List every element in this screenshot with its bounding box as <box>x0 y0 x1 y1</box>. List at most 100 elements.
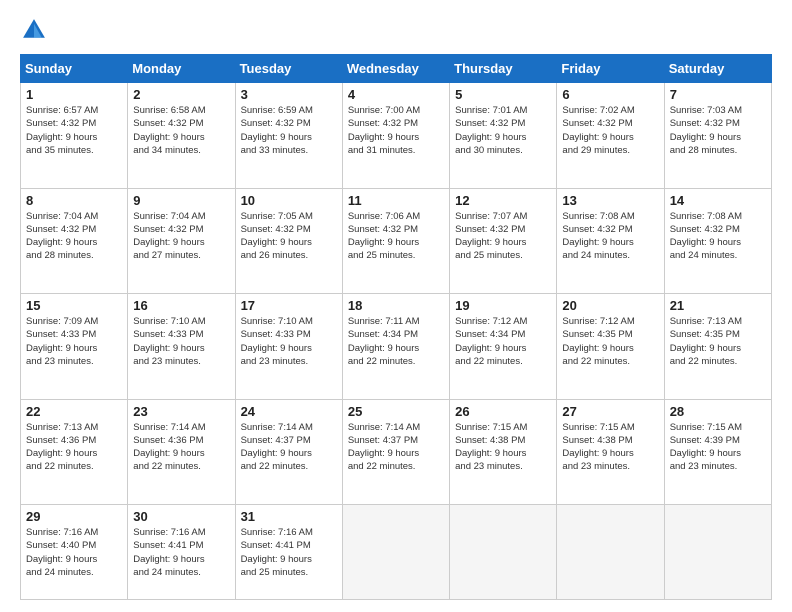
day-number: 19 <box>455 298 551 313</box>
calendar-day-cell: 15 Sunrise: 7:09 AM Sunset: 4:33 PM Dayli… <box>21 294 128 400</box>
day-number: 16 <box>133 298 229 313</box>
day-info: Sunrise: 7:13 AM Sunset: 4:36 PM Dayligh… <box>26 421 122 474</box>
calendar-day-cell: 27 Sunrise: 7:15 AM Sunset: 4:38 PM Dayli… <box>557 399 664 505</box>
day-info: Sunrise: 7:09 AM Sunset: 4:33 PM Dayligh… <box>26 315 122 368</box>
day-info: Sunrise: 7:12 AM Sunset: 4:35 PM Dayligh… <box>562 315 658 368</box>
calendar-day-cell: 19 Sunrise: 7:12 AM Sunset: 4:34 PM Dayli… <box>450 294 557 400</box>
calendar-day-cell: 14Sunrise: 7:08 AM Sunset: 4:32 PM Dayli… <box>664 188 771 294</box>
calendar-table: SundayMondayTuesdayWednesdayThursdayFrid… <box>20 54 772 600</box>
day-info: Sunrise: 7:14 AM Sunset: 4:36 PM Dayligh… <box>133 421 229 474</box>
day-info: Sunrise: 7:16 AM Sunset: 4:41 PM Dayligh… <box>241 526 337 579</box>
calendar-day-cell: 11 Sunrise: 7:06 AM Sunset: 4:32 PM Dayli… <box>342 188 449 294</box>
calendar-day-cell <box>342 505 449 600</box>
calendar-day-cell: 28 Sunrise: 7:15 AM Sunset: 4:39 PM Dayli… <box>664 399 771 505</box>
day-number: 6 <box>562 87 658 102</box>
day-number: 29 <box>26 509 122 524</box>
day-number: 3 <box>241 87 337 102</box>
logo-icon <box>20 16 48 44</box>
day-info: Sunrise: 7:05 AM Sunset: 4:32 PM Dayligh… <box>241 210 337 263</box>
day-number: 10 <box>241 193 337 208</box>
day-info: Sunrise: 7:11 AM Sunset: 4:34 PM Dayligh… <box>348 315 444 368</box>
day-number: 7 <box>670 87 766 102</box>
calendar-week-row: 22Sunrise: 7:13 AM Sunset: 4:36 PM Dayli… <box>21 399 772 505</box>
calendar-day-cell: 8 Sunrise: 7:04 AM Sunset: 4:32 PM Daylig… <box>21 188 128 294</box>
day-info: Sunrise: 7:16 AM Sunset: 4:41 PM Dayligh… <box>133 526 229 579</box>
day-info: Sunrise: 6:58 AM Sunset: 4:32 PM Dayligh… <box>133 104 229 157</box>
header <box>20 16 772 44</box>
day-info: Sunrise: 7:15 AM Sunset: 4:38 PM Dayligh… <box>562 421 658 474</box>
day-info: Sunrise: 7:14 AM Sunset: 4:37 PM Dayligh… <box>241 421 337 474</box>
day-number: 31 <box>241 509 337 524</box>
calendar-week-row: 29 Sunrise: 7:16 AM Sunset: 4:40 PM Dayli… <box>21 505 772 600</box>
day-number: 28 <box>670 404 766 419</box>
day-info: Sunrise: 7:04 AM Sunset: 4:32 PM Dayligh… <box>26 210 122 263</box>
day-number: 13 <box>562 193 658 208</box>
day-info: Sunrise: 7:10 AM Sunset: 4:33 PM Dayligh… <box>241 315 337 368</box>
calendar-day-cell: 12Sunrise: 7:07 AM Sunset: 4:32 PM Dayli… <box>450 188 557 294</box>
day-number: 8 <box>26 193 122 208</box>
day-number: 20 <box>562 298 658 313</box>
calendar-day-cell: 3 Sunrise: 6:59 AM Sunset: 4:32 PM Daylig… <box>235 83 342 189</box>
calendar-day-cell <box>450 505 557 600</box>
day-info: Sunrise: 7:04 AM Sunset: 4:32 PM Dayligh… <box>133 210 229 263</box>
calendar-day-cell: 16 Sunrise: 7:10 AM Sunset: 4:33 PM Dayli… <box>128 294 235 400</box>
logo <box>20 16 52 44</box>
calendar-day-cell: 7 Sunrise: 7:03 AM Sunset: 4:32 PM Daylig… <box>664 83 771 189</box>
day-info: Sunrise: 7:13 AM Sunset: 4:35 PM Dayligh… <box>670 315 766 368</box>
day-info: Sunrise: 7:14 AM Sunset: 4:37 PM Dayligh… <box>348 421 444 474</box>
calendar-header-friday: Friday <box>557 55 664 83</box>
calendar-day-cell: 17 Sunrise: 7:10 AM Sunset: 4:33 PM Dayli… <box>235 294 342 400</box>
calendar-day-cell: 20 Sunrise: 7:12 AM Sunset: 4:35 PM Dayli… <box>557 294 664 400</box>
calendar-day-cell: 31 Sunrise: 7:16 AM Sunset: 4:41 PM Dayli… <box>235 505 342 600</box>
day-info: Sunrise: 7:06 AM Sunset: 4:32 PM Dayligh… <box>348 210 444 263</box>
calendar-week-row: 15 Sunrise: 7:09 AM Sunset: 4:33 PM Dayli… <box>21 294 772 400</box>
calendar-header-row: SundayMondayTuesdayWednesdayThursdayFrid… <box>21 55 772 83</box>
calendar-day-cell <box>557 505 664 600</box>
day-info: Sunrise: 7:12 AM Sunset: 4:34 PM Dayligh… <box>455 315 551 368</box>
day-number: 4 <box>348 87 444 102</box>
day-number: 17 <box>241 298 337 313</box>
day-number: 2 <box>133 87 229 102</box>
calendar-day-cell: 22Sunrise: 7:13 AM Sunset: 4:36 PM Dayli… <box>21 399 128 505</box>
calendar-day-cell <box>664 505 771 600</box>
calendar-day-cell: 24 Sunrise: 7:14 AM Sunset: 4:37 PM Dayli… <box>235 399 342 505</box>
calendar-header-tuesday: Tuesday <box>235 55 342 83</box>
day-number: 11 <box>348 193 444 208</box>
day-number: 23 <box>133 404 229 419</box>
day-info: Sunrise: 7:10 AM Sunset: 4:33 PM Dayligh… <box>133 315 229 368</box>
page: SundayMondayTuesdayWednesdayThursdayFrid… <box>0 0 792 612</box>
calendar-day-cell: 13 Sunrise: 7:08 AM Sunset: 4:32 PM Dayli… <box>557 188 664 294</box>
day-number: 5 <box>455 87 551 102</box>
calendar-header-thursday: Thursday <box>450 55 557 83</box>
calendar-header-wednesday: Wednesday <box>342 55 449 83</box>
day-info: Sunrise: 6:57 AM Sunset: 4:32 PM Dayligh… <box>26 104 122 157</box>
calendar-day-cell: 5 Sunrise: 7:01 AM Sunset: 4:32 PM Daylig… <box>450 83 557 189</box>
day-number: 27 <box>562 404 658 419</box>
day-info: Sunrise: 7:07 AM Sunset: 4:32 PM Dayligh… <box>455 210 551 263</box>
day-info: Sunrise: 7:03 AM Sunset: 4:32 PM Dayligh… <box>670 104 766 157</box>
day-number: 15 <box>26 298 122 313</box>
day-number: 14 <box>670 193 766 208</box>
calendar-day-cell: 29 Sunrise: 7:16 AM Sunset: 4:40 PM Dayli… <box>21 505 128 600</box>
calendar-header-monday: Monday <box>128 55 235 83</box>
calendar-day-cell: 10 Sunrise: 7:05 AM Sunset: 4:32 PM Dayli… <box>235 188 342 294</box>
day-info: Sunrise: 7:02 AM Sunset: 4:32 PM Dayligh… <box>562 104 658 157</box>
calendar-header-saturday: Saturday <box>664 55 771 83</box>
day-number: 26 <box>455 404 551 419</box>
day-info: Sunrise: 7:15 AM Sunset: 4:39 PM Dayligh… <box>670 421 766 474</box>
day-info: Sunrise: 7:08 AM Sunset: 4:32 PM Dayligh… <box>562 210 658 263</box>
calendar-week-row: 8 Sunrise: 7:04 AM Sunset: 4:32 PM Daylig… <box>21 188 772 294</box>
day-info: Sunrise: 6:59 AM Sunset: 4:32 PM Dayligh… <box>241 104 337 157</box>
calendar-day-cell: 25Sunrise: 7:14 AM Sunset: 4:37 PM Dayli… <box>342 399 449 505</box>
day-info: Sunrise: 7:15 AM Sunset: 4:38 PM Dayligh… <box>455 421 551 474</box>
calendar-day-cell: 30 Sunrise: 7:16 AM Sunset: 4:41 PM Dayli… <box>128 505 235 600</box>
calendar-day-cell: 21Sunrise: 7:13 AM Sunset: 4:35 PM Dayli… <box>664 294 771 400</box>
day-info: Sunrise: 7:01 AM Sunset: 4:32 PM Dayligh… <box>455 104 551 157</box>
day-info: Sunrise: 7:16 AM Sunset: 4:40 PM Dayligh… <box>26 526 122 579</box>
day-info: Sunrise: 7:00 AM Sunset: 4:32 PM Dayligh… <box>348 104 444 157</box>
day-number: 24 <box>241 404 337 419</box>
day-number: 18 <box>348 298 444 313</box>
calendar-day-cell: 1Sunrise: 6:57 AM Sunset: 4:32 PM Daylig… <box>21 83 128 189</box>
day-number: 30 <box>133 509 229 524</box>
calendar-day-cell: 18 Sunrise: 7:11 AM Sunset: 4:34 PM Dayli… <box>342 294 449 400</box>
